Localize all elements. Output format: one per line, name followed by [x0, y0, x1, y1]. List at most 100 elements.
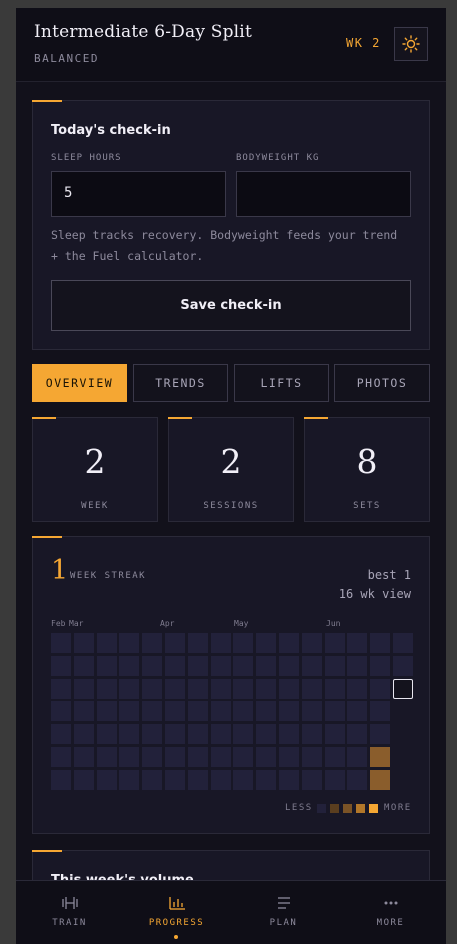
- program-subtitle: BALANCED: [34, 52, 99, 65]
- heatmap-cell: [73, 747, 94, 767]
- heatmap-cell: [51, 747, 71, 767]
- heatmap-cell: [370, 747, 391, 767]
- heatmap-cell: [256, 747, 277, 767]
- heatmap-cell: [96, 769, 117, 790]
- activity-heatmap: [51, 633, 416, 793]
- heatmap-cell: [73, 769, 94, 790]
- heatmap-cell: [96, 701, 117, 722]
- heatmap-cell: [96, 724, 117, 745]
- best-streak: best 1: [367, 568, 411, 582]
- nav-label: PLAN: [269, 918, 298, 928]
- legend-swatch: [356, 804, 365, 813]
- sleep-hours-input[interactable]: 5: [51, 171, 226, 217]
- heatmap-cell: [165, 701, 185, 722]
- month-label: Feb: [51, 619, 66, 628]
- heatmap-cell: [370, 633, 391, 653]
- heatmap-cell: [119, 633, 140, 653]
- tab-photos[interactable]: PHOTOS: [334, 364, 430, 402]
- month-label: Mar: [69, 619, 84, 628]
- checkin-helper-text: Sleep tracks recovery. Bodyweight feeds …: [51, 228, 398, 263]
- heatmap-cell: [256, 724, 277, 745]
- week-badge: WK 2: [346, 36, 381, 50]
- stat-value: 8: [356, 442, 378, 481]
- nav-progress[interactable]: PROGRESS: [123, 881, 230, 944]
- heatmap-cell: [51, 678, 71, 699]
- stat-value: 2: [84, 442, 106, 481]
- heatmap-cell: [119, 678, 140, 699]
- heatmap-cell: [301, 633, 322, 653]
- heatmap-cell: [187, 678, 208, 699]
- heatmap-cell: [279, 701, 299, 722]
- checkin-title: Today's check-in: [51, 123, 171, 138]
- heatmap-cell: [96, 747, 117, 767]
- heatmap-cell: [256, 678, 277, 699]
- heatmap-cell: [279, 747, 299, 767]
- heatmap-cell: [119, 769, 140, 790]
- list-icon: [278, 897, 290, 909]
- stat-value: 2: [220, 442, 242, 481]
- heatmap-cell: [324, 678, 345, 699]
- nav-plan[interactable]: PLAN: [230, 881, 337, 944]
- heatmap-cell: [165, 655, 185, 676]
- card-accent: [304, 417, 328, 419]
- heatmap-cell: [210, 769, 231, 790]
- heatmap-cell: [142, 701, 163, 722]
- heatmap-cell: [256, 655, 277, 676]
- sleep-hours-label: SLEEP HOURS: [51, 153, 122, 163]
- theme-toggle-button[interactable]: [394, 27, 428, 61]
- tab-lifts[interactable]: LIFTS: [234, 364, 329, 402]
- stat-label: SETS: [353, 501, 381, 511]
- heatmap-cell: [370, 724, 391, 745]
- heatmap-cell: [210, 747, 231, 767]
- nav-label: MORE: [376, 918, 405, 928]
- month-label: Jun: [326, 619, 341, 628]
- heatmap-cell: [233, 633, 254, 653]
- heatmap-cell: [187, 633, 208, 653]
- checkin-card: Today's check-in SLEEP HOURS BODYWEIGHT …: [32, 100, 430, 350]
- tab-trends[interactable]: TRENDS: [133, 364, 228, 402]
- heatmap-cell: [210, 633, 231, 653]
- heatmap-cell: [324, 701, 345, 722]
- heatmap-cell: [51, 633, 71, 653]
- save-checkin-button[interactable]: Save check-in: [51, 280, 411, 331]
- heatmap-cell: [324, 769, 345, 790]
- heatmap-cell: [73, 724, 94, 745]
- heatmap-cell: [96, 655, 117, 676]
- heatmap-cell: [73, 633, 94, 653]
- heatmap-cell: [187, 747, 208, 767]
- heatmap-cell: [324, 747, 345, 767]
- active-indicator: [174, 935, 178, 939]
- heatmap-cell: [142, 747, 163, 767]
- streak-card: 1 WEEK STREAK best 1 16 wk view Feb Mar …: [32, 536, 430, 834]
- nav-train[interactable]: TRAIN: [16, 881, 123, 944]
- heatmap-cell: [51, 724, 71, 745]
- heatmap-cell: [370, 678, 391, 699]
- bodyweight-label: BODYWEIGHT KG: [236, 153, 320, 163]
- heatmap-cell: [324, 655, 345, 676]
- heatmap-cell: [142, 769, 163, 790]
- heatmap-cell: [370, 701, 391, 722]
- heatmap-cell: [210, 678, 231, 699]
- heatmap-cell: [165, 769, 185, 790]
- heatmap-cell: [165, 747, 185, 767]
- heatmap-cell: [187, 701, 208, 722]
- heatmap-cell: [187, 724, 208, 745]
- heatmap-cell: [51, 655, 71, 676]
- tab-overview[interactable]: OVERVIEW: [32, 364, 127, 402]
- heatmap-cell: [187, 769, 208, 790]
- heatmap-cell: [233, 747, 254, 767]
- heatmap-cell: [370, 655, 391, 676]
- dumbbell-icon: [62, 897, 78, 909]
- nav-more[interactable]: MORE: [337, 881, 444, 944]
- stat-card-sessions: 2 SESSIONS: [168, 417, 294, 522]
- heatmap-cell: [165, 724, 185, 745]
- heatmap-cell: [233, 701, 254, 722]
- heatmap-cell: [301, 724, 322, 745]
- legend-swatch: [369, 804, 378, 813]
- bodyweight-input[interactable]: [236, 171, 411, 217]
- heatmap-cell: [210, 655, 231, 676]
- heatmap-cell: [347, 724, 368, 745]
- heatmap-cell: [393, 655, 413, 676]
- heatmap-cell: [165, 633, 185, 653]
- more-dots-icon: [384, 901, 398, 905]
